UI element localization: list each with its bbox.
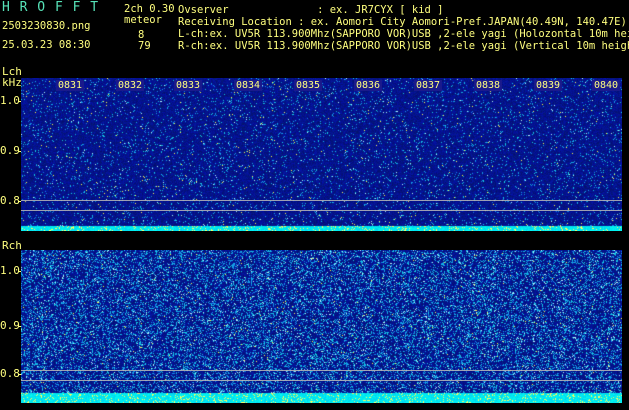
time-label-0836: 0836 [354,80,383,91]
file-name: 2503230830.png [2,20,91,32]
time-label-0832: 0832 [116,80,145,91]
lch-spectrogram [21,78,622,231]
rch-label: Rch [2,239,22,252]
time-label-0838: 0838 [474,80,503,91]
time-label-0837: 0837 [414,80,443,91]
rch-tick-mark [18,374,21,375]
meteor-label: meteor [124,14,162,26]
rch-tick-mark [18,271,21,272]
rch-ytick-1-0: 1.0 [0,264,20,277]
lch-tick-mark [18,101,21,102]
rch-marker-line [21,380,622,381]
app-brand: H R O F F T [2,0,100,15]
time-label-0840: 0840 [592,80,621,91]
lch-unit-label: kHz [2,76,22,89]
lch-marker-line [21,210,622,211]
location-line: Receiving Location : ex. Aomori City Aom… [178,16,627,28]
lch-tick-mark [18,151,21,152]
rch-receiver-line: R-ch:ex. UV5R 113.900Mhz(SAPPORO VOR)USB… [178,40,629,52]
time-label-0839: 0839 [534,80,563,91]
lch-marker-line [21,200,622,201]
rch-marker-line [21,370,622,371]
lch-ytick-1-0: 1.0 [0,94,20,107]
time-label-0831: 0831 [56,80,85,91]
meteor-count-rch: 79 [138,40,151,52]
rch-ytick-0-9: 0.9 [0,319,20,332]
lch-ytick-0-9: 0.9 [0,144,20,157]
lch-ytick-0-8: 0.8 [0,194,20,207]
time-label-0833: 0833 [174,80,203,91]
observer-line: Ovserver : ex. JR7CYX [ kid ] [178,4,444,16]
capture-datetime: 25.03.23 08:30 [2,39,91,51]
hroft-window: H R O F F T 2503230830.png 25.03.23 08:3… [0,0,629,410]
rch-ytick-0-8: 0.8 [0,367,20,380]
lch-tick-mark [18,201,21,202]
lch-receiver-line: L-ch:ex. UV5R 113.900Mhz(SAPPORO VOR)USB… [178,28,629,40]
rch-tick-mark [18,326,21,327]
time-label-0834: 0834 [234,80,263,91]
time-label-0835: 0835 [294,80,323,91]
